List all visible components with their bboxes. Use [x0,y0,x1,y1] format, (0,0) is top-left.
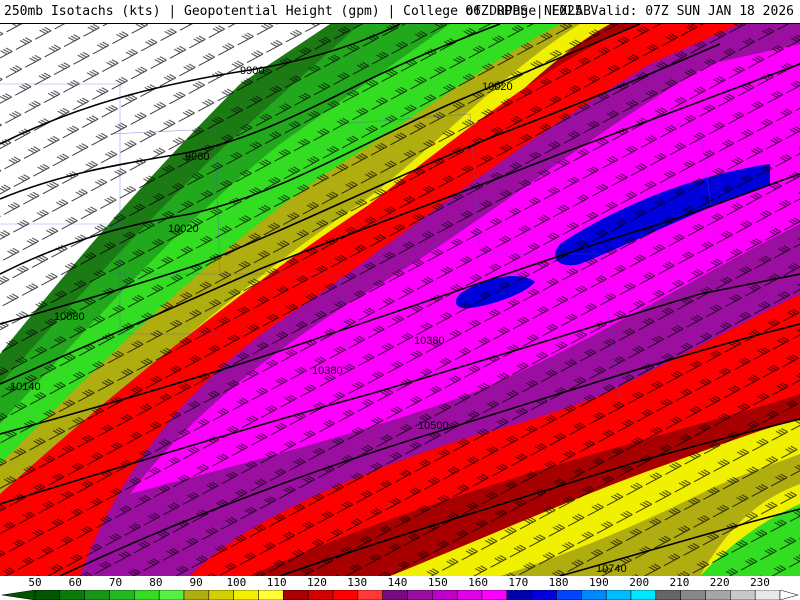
colorbar-swatch [456,590,483,600]
colorbar-label: 130 [347,576,368,589]
contour-label: 10080 [54,311,85,323]
contour-label: 10020 [168,223,199,235]
colorbar-swatch [84,590,110,600]
colorbar-label: 60 [68,576,82,589]
colorbar-swatch [208,590,234,600]
colorbar-swatch [332,590,359,600]
contour-label: 10500 [418,420,449,432]
colorbar-swatch [655,590,681,600]
colorbar-label: 170 [508,576,529,589]
colorbar-label: 140 [387,576,408,589]
colorbar-swatch [59,590,85,600]
colorbar-labels: 50 60 70 80 90 100 110 120 130 140 150 160 170 180 190… [0,576,800,590]
colorbar-label: 210 [669,576,690,589]
header-bar: 250mb Isotachs (kts) | Geopotential Heig… [0,0,800,24]
colorbar-label: 200 [629,576,650,589]
colorbar [1,590,799,600]
contour-label: 10380 [414,335,445,347]
contour-label: 10020 [482,81,513,93]
colorbar-label: 100 [226,576,247,589]
colorbar-swatch [233,590,259,600]
contour-label: 10140 [10,381,41,393]
colorbar-swatch [680,590,706,600]
colorbar-swatch [581,590,607,600]
colorbar-swatch [183,590,210,600]
colorbar-swatch [605,590,632,600]
colorbar-swatch [556,590,582,600]
colorbar-swatch [382,590,408,600]
colorbar-label: 120 [307,576,327,589]
colorbar-swatch [705,590,731,600]
colorbar-swatch [109,590,135,600]
colorbar-arrow-high [779,590,799,600]
colorbar-label: 110 [266,576,287,589]
colorbar-swatch [754,590,781,600]
colorbar-swatch [283,590,309,600]
model-valid-time: 06Z RDPS | F025 Valid: 07Z SUN JAN 18 20… [465,4,794,19]
colorbar-swatch [258,590,284,600]
colorbar-label: 80 [149,576,163,589]
colorbar-label: 90 [189,576,203,589]
colorbar-swatch [531,590,557,600]
colorbar-swatch [34,590,61,600]
weather-map: 9900 9960 10020 10080 10140 10020 10380 … [0,24,800,576]
colorbar-swatch [432,590,458,600]
colorbar-label: 220 [709,576,730,589]
colorbar-swatch [730,590,756,600]
contour-label: 9960 [185,151,209,163]
colorbar-label: 160 [468,576,488,589]
contour-label: 10380 [312,365,343,377]
colorbar-label: 190 [588,576,609,589]
contour-label: 10740 [596,563,627,575]
colorbar-swatch [357,590,383,600]
colorbar-swatch [407,590,433,600]
colorbar-swatch [158,590,185,600]
contour-label: 9900 [240,65,264,77]
colorbar-swatch [134,590,160,600]
colorbar-swatch [506,590,532,600]
colorbar-label: 50 [28,576,42,589]
colorbar-swatch [630,590,657,600]
colorbar-label: 150 [427,576,448,589]
colorbar-swatch [481,590,508,600]
colorbar-arrow-low [1,590,36,600]
colorbar-swatch [307,590,334,600]
colorbar-label: 180 [548,576,569,589]
colorbar-label: 230 [750,576,770,589]
colorbar-label: 70 [108,576,123,589]
